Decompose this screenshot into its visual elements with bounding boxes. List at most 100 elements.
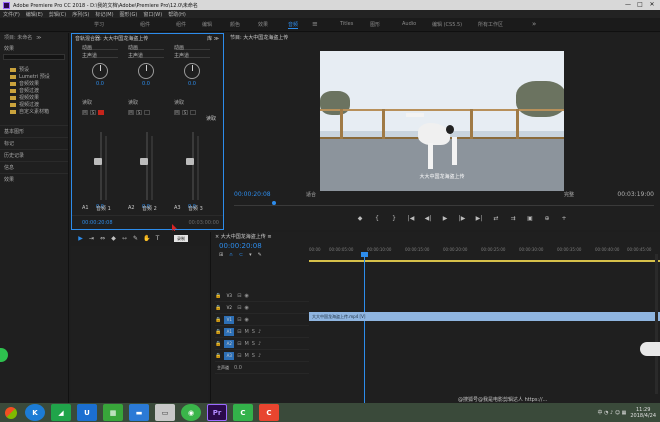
fader-cap[interactable] [140, 158, 148, 165]
lock-icon[interactable]: 🔒 [215, 305, 221, 311]
export-frame-button[interactable]: ▣ [526, 215, 534, 222]
solo-button[interactable]: S [182, 110, 188, 115]
volume-fader[interactable] [88, 132, 112, 202]
timeline-timecode[interactable]: 00:00:20:08 [219, 242, 262, 250]
lock-icon[interactable]: 🔒 [215, 329, 221, 335]
fader-cap[interactable] [186, 158, 194, 165]
taskbar-app-monitor[interactable]: ▬ [129, 404, 149, 421]
floating-side-button[interactable] [640, 342, 660, 356]
timeline-title[interactable]: × 大大中国龙海盗上传 ≡ [211, 232, 660, 241]
workspace-overflow-icon[interactable]: » [532, 20, 536, 28]
workspace-editing[interactable]: 编辑 [202, 21, 212, 28]
lock-icon[interactable]: 🔒 [215, 353, 221, 359]
automation-mode[interactable]: 读取 [174, 99, 210, 106]
tray-icons[interactable]: 中 ◔ ♪ ☺ ▦ [598, 409, 627, 416]
mute-button[interactable]: M [174, 110, 180, 115]
sync-icon[interactable]: ⊟ [237, 317, 241, 323]
selection-tool[interactable]: ▶ [77, 235, 84, 242]
automation-mode[interactable]: 读取 [128, 99, 164, 106]
section-info[interactable]: 信息 [0, 161, 68, 173]
taskbar-app-k[interactable]: K [25, 404, 45, 421]
solo-button[interactable]: S [136, 110, 142, 115]
eye-icon[interactable]: ◉ [244, 305, 248, 311]
maximize-button[interactable]: □ [634, 0, 646, 10]
sync-icon[interactable]: ⊟ [237, 341, 241, 347]
mixer-timecode[interactable]: 00:00:20:08 [82, 220, 113, 226]
taskbar-app-c-red[interactable]: C [259, 404, 279, 421]
mixer-title-suffix[interactable]: 库 ≫ [207, 35, 219, 42]
eye-icon[interactable]: ◉ [244, 317, 248, 323]
program-timecode[interactable]: 00:00:20:08 [234, 191, 271, 198]
effects-item[interactable]: 自定义素材箱 [0, 108, 68, 115]
effects-item[interactable]: 预设 [0, 66, 68, 73]
pan-knob[interactable] [138, 63, 154, 79]
mic-icon[interactable]: ♪ [258, 329, 261, 335]
effects-item[interactable]: 音频效果 [0, 80, 68, 87]
mute-button[interactable]: M [128, 110, 134, 115]
ripple-edit-tool[interactable]: ⇔ [99, 235, 106, 242]
mark-in-button[interactable]: { [373, 215, 381, 222]
pan-knob[interactable] [92, 63, 108, 79]
wrench-icon[interactable]: ✎ [258, 252, 262, 258]
master-track-id[interactable]: 主声道 [215, 364, 231, 372]
monitor-ruler[interactable] [234, 201, 654, 206]
volume-fader[interactable] [180, 132, 204, 202]
comparison-view-button[interactable]: ⊕ [543, 215, 551, 222]
section-history[interactable]: 历史记录 [0, 149, 68, 161]
track-id[interactable]: V3 [224, 292, 234, 300]
effects-item[interactable]: Lumetri 预设 [0, 73, 68, 80]
solo-button[interactable]: S [90, 110, 96, 115]
channel-dropdown[interactable]: 动画 [82, 44, 118, 51]
tab-project[interactable]: 项目: 未命名 [4, 34, 32, 41]
solo-icon[interactable]: S [252, 353, 255, 359]
workspace-editing-cs55[interactable]: 编辑 (CS5.5) [432, 21, 462, 28]
mute-icon[interactable]: M [244, 353, 248, 359]
minimize-button[interactable]: — [622, 0, 634, 10]
effects-item[interactable]: 音频过渡 [0, 87, 68, 94]
workspace-audio[interactable]: 音频 [288, 21, 299, 29]
pan-knob[interactable] [184, 63, 200, 79]
pan-value[interactable]: 0.0 [82, 81, 118, 87]
type-tool[interactable]: T [154, 235, 161, 242]
quality-dropdown[interactable]: 完整 [564, 191, 574, 198]
channel-dropdown[interactable]: 动画 [174, 44, 210, 51]
track-id[interactable]: V1 [224, 315, 235, 324]
effects-search-input[interactable] [3, 54, 65, 60]
channel-output-dropdown[interactable]: 主声道 [174, 52, 210, 59]
snap-icon[interactable]: ∩ [229, 252, 233, 258]
go-to-out-button[interactable]: ▶| [475, 215, 483, 222]
workspace-menu-icon[interactable]: ≡ [312, 20, 318, 28]
taskbar-app-browser[interactable]: ◉ [181, 404, 201, 421]
mute-icon[interactable]: M [244, 329, 248, 335]
sync-icon[interactable]: ⊟ [237, 305, 241, 311]
record-button[interactable] [98, 110, 104, 115]
section-markers[interactable]: 标记 [0, 137, 68, 149]
menu-edit[interactable]: 编辑(E) [26, 11, 43, 18]
mark-out-button[interactable]: } [390, 215, 398, 222]
section-essential-graphics[interactable]: 基本图形 [0, 125, 68, 137]
go-to-in-button[interactable]: |◀ [407, 215, 415, 222]
track-id[interactable]: A3 [224, 351, 235, 360]
track-select-tool[interactable]: ⇥ [88, 235, 95, 242]
menu-sequence[interactable]: 序列(S) [72, 11, 89, 18]
work-area-bar[interactable] [309, 260, 660, 262]
record-button[interactable] [144, 110, 150, 115]
menu-window[interactable]: 窗口(W) [143, 11, 162, 18]
taskbar-app-c-green[interactable]: C [233, 404, 253, 421]
button-editor-button[interactable]: + [560, 215, 568, 222]
section-effects[interactable]: 效果 [0, 173, 68, 185]
taskbar-app-window[interactable]: ▭ [155, 404, 175, 421]
workspace-graphics[interactable]: 图形 [370, 21, 380, 28]
sync-icon[interactable]: ⊟ [237, 353, 241, 359]
pen-tool[interactable]: ✎ [132, 235, 139, 242]
workspace-assembly-2[interactable]: 组件 [176, 21, 186, 28]
workspace-effects[interactable]: 效果 [258, 21, 268, 28]
timeline-vertical-scrollbar[interactable] [655, 254, 658, 394]
workspace-audio-2[interactable]: Audio [402, 21, 416, 27]
add-marker-icon[interactable]: ▾ [249, 252, 252, 258]
fader-cap[interactable] [94, 158, 102, 165]
zoom-fit-dropdown[interactable]: 适合 [306, 191, 316, 198]
add-marker-button[interactable]: ◆ [356, 215, 364, 222]
play-button[interactable]: ▶ [441, 215, 449, 222]
lock-icon[interactable]: 🔒 [215, 317, 221, 323]
